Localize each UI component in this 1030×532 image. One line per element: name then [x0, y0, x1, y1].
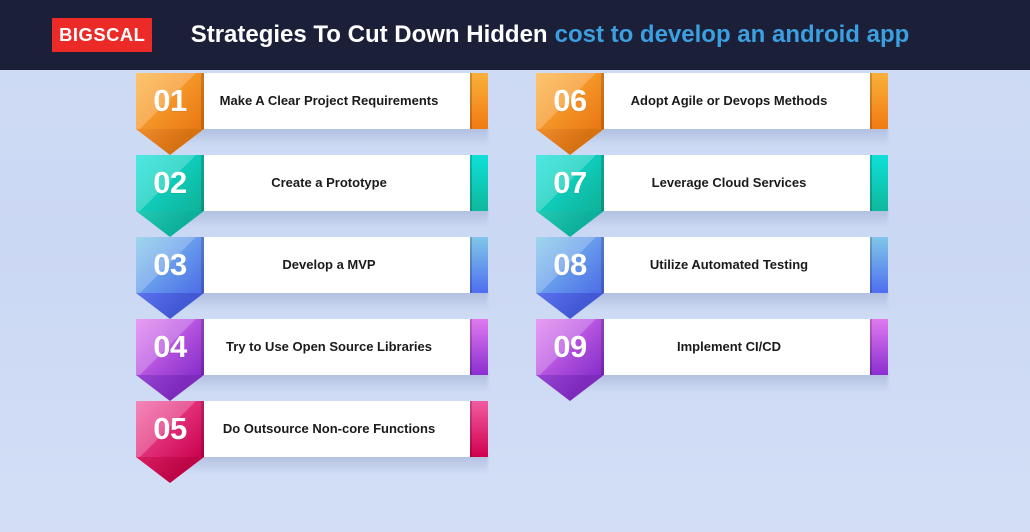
strategy-card[interactable]: Develop a MVP	[170, 237, 488, 293]
strategy-edge-bar	[470, 401, 488, 457]
strategy-badge[interactable]: 09	[536, 316, 604, 401]
page-title-primary: Strategies To Cut Down Hidden	[190, 21, 548, 48]
badge-pointer-icon	[136, 457, 204, 483]
strategy-badge[interactable]: 08	[536, 234, 604, 319]
strategy-label: Implement CI/CD	[676, 339, 781, 355]
strategy-badge[interactable]: 06	[536, 70, 604, 155]
strategy-card[interactable]: Adopt Agile or Devops Methods	[570, 73, 888, 129]
strategy-row[interactable]: Make A Clear Project Requirements 01	[136, 70, 488, 155]
infographic-page: BIGSCAL Strategies To Cut Down Hidden co…	[0, 0, 1030, 532]
strategy-label: Utilize Automated Testing	[649, 257, 809, 273]
row-shadow	[170, 291, 488, 309]
strategy-label: Do Outsource Non-core Functions	[222, 421, 436, 437]
strategy-label: Try to Use Open Source Libraries	[226, 339, 432, 355]
strategy-edge-bar	[470, 237, 488, 293]
strategy-badge[interactable]: 03	[136, 234, 204, 319]
strategy-badge[interactable]: 05	[136, 398, 204, 483]
strategy-badge[interactable]: 07	[536, 152, 604, 237]
strategy-card[interactable]: Do Outsource Non-core Functions	[170, 401, 488, 457]
row-shadow	[570, 127, 888, 145]
strategy-row[interactable]: Adopt Agile or Devops Methods 06	[536, 70, 888, 155]
strategy-row[interactable]: Leverage Cloud Services 07	[536, 152, 888, 237]
strategy-row[interactable]: Utilize Automated Testing 08	[536, 234, 888, 319]
strategy-row[interactable]: Do Outsource Non-core Functions 05	[136, 398, 488, 483]
strategy-edge-bar	[470, 73, 488, 129]
strategy-edge-bar	[870, 73, 888, 129]
strategy-number: 05	[153, 411, 187, 446]
strategy-number: 02	[153, 165, 187, 200]
strategy-number: 01	[153, 83, 187, 118]
strategy-card[interactable]: Try to Use Open Source Libraries	[170, 319, 488, 375]
row-shadow	[570, 291, 888, 309]
strategy-badge[interactable]: 02	[136, 152, 204, 237]
row-shadow	[170, 455, 488, 473]
strategy-row[interactable]: Create a Prototype 02	[136, 152, 488, 237]
header-bar: BIGSCAL Strategies To Cut Down Hidden co…	[0, 0, 1030, 70]
strategy-number: 04	[153, 329, 187, 364]
strategy-card[interactable]: Utilize Automated Testing	[570, 237, 888, 293]
strategy-card[interactable]: Make A Clear Project Requirements	[170, 73, 488, 129]
strategy-edge-bar	[870, 237, 888, 293]
strategy-number: 06	[553, 83, 587, 118]
strategy-row[interactable]: Try to Use Open Source Libraries 04	[136, 316, 488, 401]
strategy-card[interactable]: Leverage Cloud Services	[570, 155, 888, 211]
page-title-accent: cost to develop an android app	[554, 21, 910, 48]
strategy-label: Develop a MVP	[282, 257, 376, 273]
strategy-row[interactable]: Implement CI/CD 09	[536, 316, 888, 401]
row-shadow	[170, 373, 488, 391]
strategy-board: Make A Clear Project Requirements 01 Creat…	[0, 70, 1030, 532]
badge-pointer-icon	[536, 375, 604, 401]
strategy-label: Adopt Agile or Devops Methods	[630, 93, 828, 109]
strategy-card[interactable]: Create a Prototype	[170, 155, 488, 211]
strategy-badge[interactable]: 04	[136, 316, 204, 401]
row-shadow	[570, 209, 888, 227]
strategy-row[interactable]: Develop a MVP 03	[136, 234, 488, 319]
strategy-number: 03	[153, 247, 187, 282]
strategy-edge-bar	[870, 319, 888, 375]
strategy-badge[interactable]: 01	[136, 70, 204, 155]
strategy-number: 07	[553, 165, 587, 200]
row-shadow	[570, 373, 888, 391]
row-shadow	[170, 209, 488, 227]
strategy-edge-bar	[470, 155, 488, 211]
strategy-number: 08	[553, 247, 587, 282]
row-shadow	[170, 127, 488, 145]
strategy-edge-bar	[870, 155, 888, 211]
strategy-label: Create a Prototype	[271, 175, 387, 191]
strategy-label: Make A Clear Project Requirements	[219, 93, 439, 109]
strategy-number: 09	[553, 329, 587, 364]
page-title: Strategies To Cut Down Hidden cost to de…	[0, 0, 1030, 70]
strategy-label: Leverage Cloud Services	[651, 175, 807, 191]
strategy-edge-bar	[470, 319, 488, 375]
strategy-card[interactable]: Implement CI/CD	[570, 319, 888, 375]
